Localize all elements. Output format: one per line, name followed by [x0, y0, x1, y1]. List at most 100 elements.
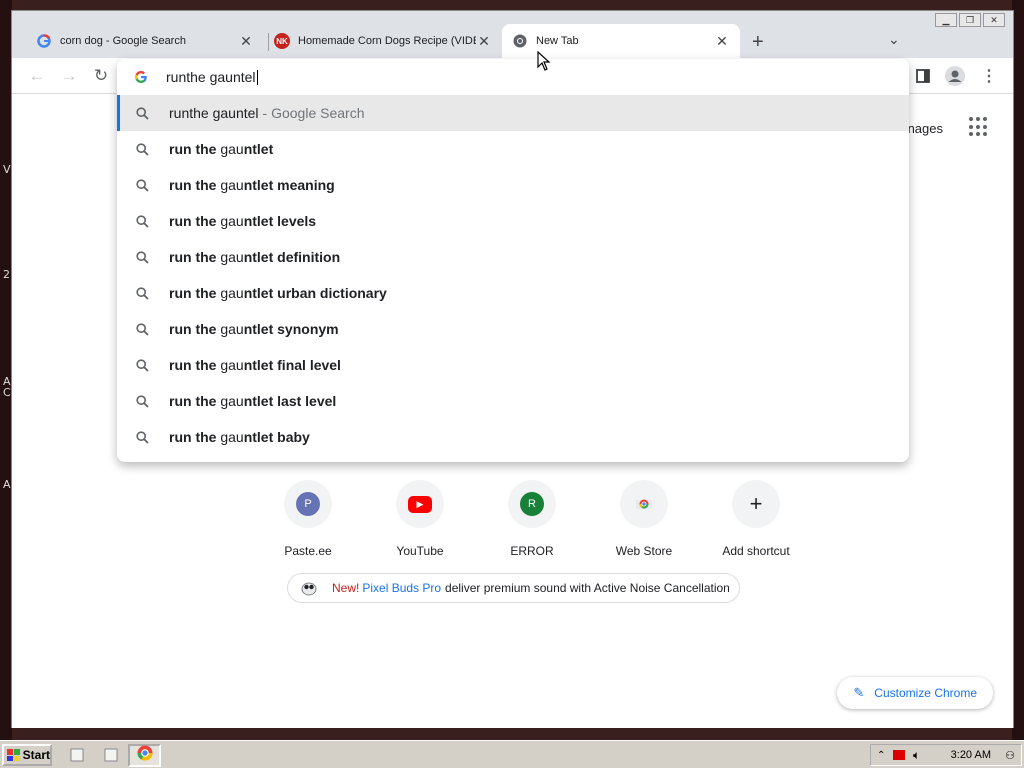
search-icon	[135, 214, 149, 228]
suggestion-text: run the gauntlet synonym	[169, 321, 339, 337]
suggestion-bold-prefix: run the	[169, 321, 221, 337]
tab-close-icon[interactable]: ✕	[476, 33, 492, 50]
shortcut-icon-wrapper: ▶	[396, 480, 444, 528]
promo-link[interactable]: Pixel Buds Pro	[362, 581, 441, 595]
web-store-icon	[634, 492, 654, 517]
suggestion-item[interactable]: run the gauntlet baby	[117, 419, 909, 455]
suggestion-matched-text: gau	[220, 177, 244, 193]
google-g-icon	[133, 69, 149, 85]
clock: 3:20 AM	[950, 749, 991, 761]
shortcut-add[interactable]: + Add shortcut	[700, 480, 812, 558]
google-apps-grid-icon[interactable]	[969, 117, 989, 137]
desktop-edge-letter: A	[3, 478, 11, 491]
omnibox-input[interactable]: runthe gauntel	[117, 59, 909, 95]
suggestion-text: run the gauntlet	[169, 141, 273, 157]
quick-launch-icon[interactable]	[102, 746, 120, 764]
side-panel-icon[interactable]	[912, 65, 934, 87]
tray-user-icon[interactable]: ⚇	[1005, 749, 1015, 762]
tab-corn-dog-search[interactable]: corn dog - Google Search ✕	[26, 24, 264, 58]
suggestion-text: run the gauntlet last level	[169, 393, 336, 409]
suggestion-text: run the gauntlet levels	[169, 213, 316, 229]
quick-launch-icon[interactable]	[68, 746, 86, 764]
shortcut-paste-ee[interactable]: P Paste.ee	[252, 480, 364, 558]
suggestion-list: run the gauntlet run the gauntlet meaning…	[117, 131, 909, 455]
omnibox-dropdown: runthe gauntel runthe gauntel - Google S…	[117, 59, 909, 462]
shortcut-icon-wrapper: R	[508, 480, 556, 528]
suggestion-matched-text: gau	[220, 249, 244, 265]
youtube-icon: ▶	[408, 495, 432, 513]
system-tray: ⌃ 🔈︎ 3:20 AM ⚇	[870, 744, 1022, 766]
suggestion-bold-prefix: run the	[169, 177, 221, 193]
new-tab-plus-icon[interactable]: +	[752, 31, 764, 54]
tab-search-chevron-icon[interactable]: ⌄	[888, 31, 900, 48]
windows-taskbar: Start ⌃ 🔈︎ 3:20 AM ⚇	[0, 740, 1024, 768]
suggestion-matched-text: gau	[220, 285, 244, 301]
profile-avatar-icon[interactable]	[944, 65, 966, 87]
window-controls: ▁ ❐ ✕	[935, 13, 1005, 27]
omnibox-typed-text: runthe gauntel	[166, 69, 256, 85]
suggestion-bold-suffix: ntlet synonym	[243, 321, 339, 337]
shortcut-web-store[interactable]: Web Store	[588, 480, 700, 558]
suggestion-item[interactable]: run the gauntlet urban dictionary	[117, 275, 909, 311]
suggestion-matched-text: gau	[220, 141, 244, 157]
suggestion-item[interactable]: run the gauntlet definition	[117, 239, 909, 275]
suggestion-item[interactable]: run the gauntlet final level	[117, 347, 909, 383]
pixel-buds-icon	[300, 579, 318, 597]
search-icon	[135, 430, 149, 444]
reload-icon[interactable]: ↻	[90, 65, 112, 87]
mouse-pointer-icon	[537, 50, 551, 76]
menu-kebab-icon[interactable]: ⋮	[978, 65, 1000, 87]
tab-corn-dogs-recipe[interactable]: NK Homemade Corn Dogs Recipe (VIDE ✕	[264, 24, 502, 58]
suggestion-item[interactable]: run the gauntlet	[117, 131, 909, 167]
forward-arrow-icon[interactable]: →	[58, 65, 80, 87]
suggestion-text: run the gauntlet definition	[169, 249, 340, 265]
start-button[interactable]: Start	[2, 744, 52, 766]
tab-close-icon[interactable]: ✕	[238, 33, 254, 50]
suggestion-item[interactable]: run the gauntlet meaning	[117, 167, 909, 203]
close-window-button[interactable]: ✕	[983, 13, 1005, 27]
tab-close-icon[interactable]: ✕	[714, 33, 730, 50]
google-g-icon	[36, 33, 52, 49]
shortcut-label: Web Store	[615, 544, 673, 558]
suggestion-bold-suffix: ntlet definition	[243, 249, 341, 265]
suggestion-bold-prefix: run the	[169, 429, 221, 445]
minimize-button[interactable]: ▁	[935, 13, 957, 27]
shortcut-label: ERROR	[510, 544, 554, 558]
back-arrow-icon[interactable]: ←	[26, 65, 48, 87]
customize-label: Customize Chrome	[874, 686, 977, 700]
search-icon	[135, 322, 149, 336]
images-link[interactable]: nages	[908, 121, 943, 136]
pixel-buds-promo[interactable]: New! Pixel Buds Pro deliver premium soun…	[287, 573, 740, 603]
suggestion-bold-prefix: run the	[169, 393, 221, 409]
suggestion-text: runthe gauntel	[169, 105, 259, 121]
tray-expand-icon[interactable]: ⌃	[877, 750, 885, 761]
tray-alert-icon[interactable]	[893, 750, 905, 760]
shortcut-icon-wrapper: +	[732, 480, 780, 528]
tab-title: corn dog - Google Search	[60, 35, 186, 47]
search-icon	[135, 178, 149, 192]
suggestion-item[interactable]: run the gauntlet levels	[117, 203, 909, 239]
suggestion-bold-prefix: run the	[169, 285, 221, 301]
suggestion-matched-text: gau	[220, 357, 244, 373]
suggestion-bold-prefix: run the	[169, 249, 221, 265]
desktop-edge-letter: 2	[3, 268, 10, 281]
customize-chrome-button[interactable]: ✎ Customize Chrome	[837, 677, 993, 709]
tab-title: New Tab	[536, 35, 579, 47]
suggestion-search-typed[interactable]: runthe gauntel - Google Search	[117, 95, 909, 131]
suggestion-item[interactable]: run the gauntlet synonym	[117, 311, 909, 347]
shortcut-youtube[interactable]: ▶ YouTube	[364, 480, 476, 558]
suggestion-text: run the gauntlet meaning	[169, 177, 335, 193]
shortcut-label: Add shortcut	[722, 544, 790, 558]
taskbar-chrome-button[interactable]	[128, 744, 161, 767]
text-cursor	[256, 69, 258, 85]
promo-new-badge: New!	[332, 581, 360, 595]
suggestion-bold-prefix: run the	[169, 357, 221, 373]
shortcut-error[interactable]: R ERROR	[476, 480, 588, 558]
suggestion-bold-suffix: ntlet	[243, 141, 274, 157]
suggestion-item[interactable]: run the gauntlet last level	[117, 383, 909, 419]
start-label: Start	[22, 748, 50, 762]
restore-button[interactable]: ❐	[959, 13, 981, 27]
shortcut-icon-wrapper	[620, 480, 668, 528]
shortcut-tiles: P Paste.ee ▶ YouTube R ERROR Web Store +…	[252, 480, 812, 558]
volume-icon[interactable]: 🔈︎	[913, 748, 920, 763]
